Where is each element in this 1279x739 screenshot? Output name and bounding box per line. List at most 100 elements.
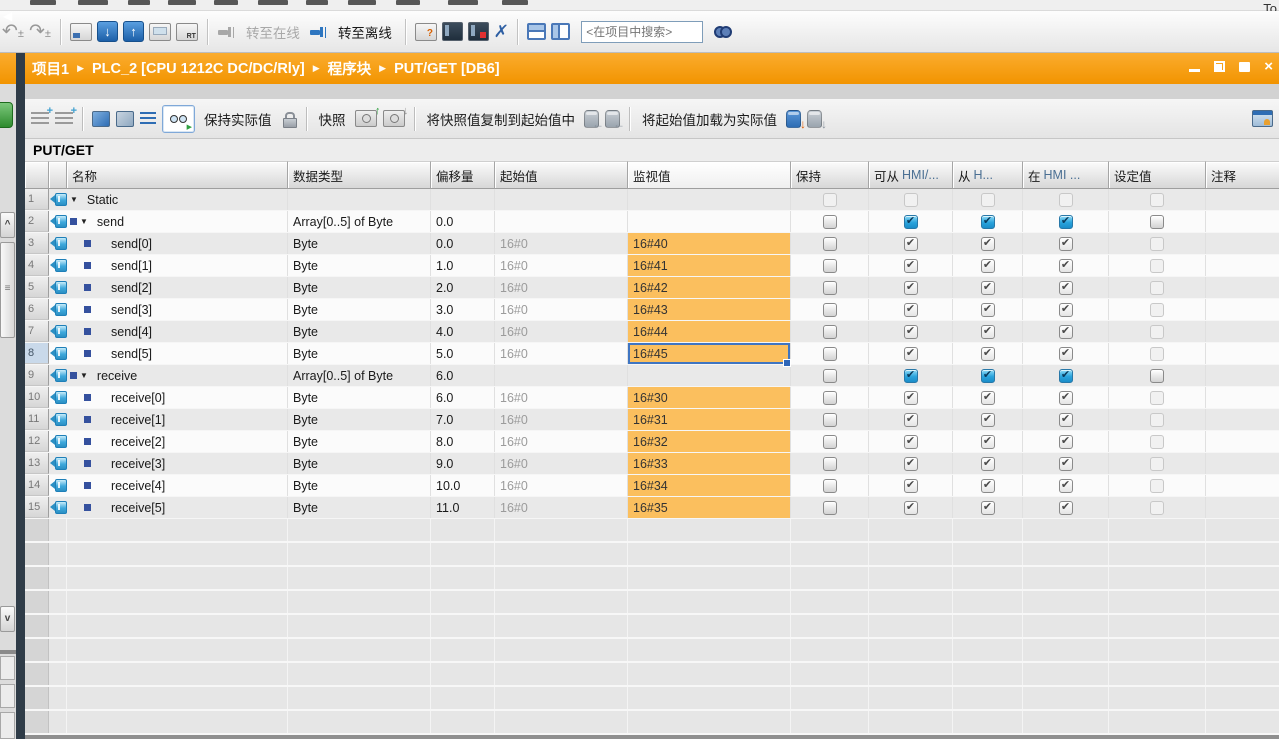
row-number[interactable]: 8 <box>25 343 49 364</box>
retain-checkbox[interactable] <box>823 237 837 251</box>
keep-actual-values-button[interactable]: 保持实际值 <box>204 109 272 129</box>
row-icon-cell[interactable] <box>49 409 67 430</box>
cell-comment[interactable] <box>1206 387 1279 408</box>
retain-checkbox[interactable] <box>823 369 837 383</box>
hmi-writable-checkbox[interactable] <box>981 281 995 295</box>
hmi-writable-checkbox[interactable] <box>981 303 995 317</box>
detail-view-icon[interactable] <box>1252 110 1273 127</box>
retain-checkbox[interactable] <box>823 501 837 515</box>
column-header[interactable]: 名称 <box>67 161 288 189</box>
stop-cpu-icon[interactable] <box>468 22 489 41</box>
column-header[interactable]: 从H... <box>953 161 1023 189</box>
cell-start-value[interactable]: 16#0 <box>495 233 628 254</box>
cell-data-type[interactable]: Byte <box>288 277 431 298</box>
snapshot-upload-icon[interactable]: ↑ <box>355 110 377 127</box>
cell-comment[interactable] <box>1206 475 1279 496</box>
cell-monitor-value[interactable]: 16#30 <box>628 387 791 408</box>
row-icon-cell[interactable] <box>49 365 67 386</box>
breadcrumb-item[interactable]: 项目1 <box>32 58 69 79</box>
retain-checkbox[interactable] <box>823 325 837 339</box>
cell-name[interactable]: receive[2] <box>67 431 288 452</box>
cell-start-value[interactable]: 16#0 <box>495 299 628 320</box>
cell-monitor-value[interactable]: 16#45 <box>628 343 791 364</box>
hmi-writable-checkbox[interactable] <box>981 369 995 383</box>
setpoint-checkbox[interactable] <box>1150 369 1164 383</box>
row-number[interactable]: 3 <box>25 233 49 254</box>
cell-data-type[interactable]: Byte <box>288 387 431 408</box>
close-icon[interactable]: × <box>1264 61 1273 72</box>
cell-name[interactable]: receive[1] <box>67 409 288 430</box>
column-header[interactable]: 注释 <box>1206 161 1279 189</box>
cell-monitor-value[interactable]: 16#35 <box>628 497 791 518</box>
cell-name[interactable]: ▼send <box>67 211 288 232</box>
cell-start-value[interactable]: 16#0 <box>495 475 628 496</box>
cell-name[interactable]: send[1] <box>67 255 288 276</box>
cell-start-value[interactable]: 16#0 <box>495 255 628 276</box>
cell-monitor-value[interactable]: 16#43 <box>628 299 791 320</box>
hmi-writable-checkbox[interactable] <box>981 325 995 339</box>
save-project-icon[interactable] <box>70 23 92 41</box>
start-simulation-icon[interactable] <box>149 23 171 41</box>
retain-checkbox[interactable] <box>823 347 837 361</box>
hmi-visible-checkbox[interactable] <box>1059 457 1073 471</box>
hmi-writable-checkbox[interactable] <box>981 435 995 449</box>
retain-checkbox[interactable] <box>823 303 837 317</box>
row-number[interactable]: 11 <box>25 409 49 430</box>
row-icon-cell[interactable] <box>49 299 67 320</box>
copy-snapshot-all-icon[interactable]: ← <box>584 110 599 128</box>
hmi-writable-checkbox[interactable] <box>981 501 995 515</box>
add-row-icon[interactable] <box>55 112 73 125</box>
row-number[interactable]: 7 <box>25 321 49 342</box>
cell-offset[interactable]: 1.0 <box>431 255 495 276</box>
hmi-writable-checkbox[interactable] <box>981 457 995 471</box>
cell-offset[interactable]: 0.0 <box>431 233 495 254</box>
search-in-project-icon[interactable] <box>714 25 734 38</box>
row-number[interactable]: 2 <box>25 211 49 232</box>
hmi-visible-checkbox[interactable] <box>1059 347 1073 361</box>
project-search-input[interactable] <box>581 21 703 43</box>
load-start-setpoint-icon[interactable]: ↓ <box>807 110 822 128</box>
go-offline-button[interactable]: 转至离线 <box>338 22 392 42</box>
row-number[interactable]: 13 <box>25 453 49 474</box>
column-header[interactable]: 可从HMI/... <box>869 161 953 189</box>
copy-snapshot-setpoint-icon[interactable]: ← <box>605 110 620 128</box>
insert-row-icon[interactable] <box>31 112 49 125</box>
cell-name[interactable]: ▼receive <box>67 365 288 386</box>
cell-monitor-value[interactable]: 16#40 <box>628 233 791 254</box>
cell-comment[interactable] <box>1206 233 1279 254</box>
snapshot-download-icon[interactable]: ↓ <box>383 110 405 127</box>
row-number[interactable]: 14 <box>25 475 49 496</box>
cell-data-type[interactable]: Byte <box>288 233 431 254</box>
cell-comment[interactable] <box>1206 277 1279 298</box>
hmi-writable-checkbox[interactable] <box>981 391 995 405</box>
cell-name[interactable]: receive[5] <box>67 497 288 518</box>
cell-offset[interactable]: 4.0 <box>431 321 495 342</box>
cell-offset[interactable]: 0.0 <box>431 211 495 232</box>
row-number[interactable]: 12 <box>25 431 49 452</box>
cell-data-type[interactable] <box>288 189 431 210</box>
cell-start-value[interactable]: 16#0 <box>495 497 628 518</box>
start-cpu-icon[interactable] <box>442 22 463 41</box>
retain-checkbox[interactable] <box>823 391 837 405</box>
collapsed-panel-tab[interactable] <box>0 712 15 739</box>
cell-offset[interactable]: 7.0 <box>431 409 495 430</box>
cell-name[interactable]: send[0] <box>67 233 288 254</box>
cell-start-value[interactable]: 16#0 <box>495 387 628 408</box>
cell-start-value[interactable] <box>495 211 628 232</box>
cell-monitor-value[interactable]: 16#31 <box>628 409 791 430</box>
cell-start-value[interactable]: 16#0 <box>495 277 628 298</box>
split-editor-horizontal-icon[interactable] <box>527 23 546 40</box>
cell-monitor-value[interactable]: 16#33 <box>628 453 791 474</box>
hmi-visible-checkbox[interactable] <box>1059 501 1073 515</box>
split-editor-vertical-icon[interactable] <box>551 23 570 40</box>
cell-offset[interactable]: 10.0 <box>431 475 495 496</box>
column-header[interactable]: 设定值 <box>1109 161 1206 189</box>
hmi-accessible-checkbox[interactable] <box>904 237 918 251</box>
cell-offset[interactable]: 5.0 <box>431 343 495 364</box>
column-header[interactable]: 数据类型 <box>288 161 431 189</box>
breadcrumb-item[interactable]: PUT/GET [DB6] <box>394 61 500 77</box>
load-start-all-icon[interactable]: ↓ <box>786 110 801 128</box>
start-runtime-icon[interactable]: RT <box>176 23 198 41</box>
cell-monitor-value[interactable]: 16#34 <box>628 475 791 496</box>
cell-comment[interactable] <box>1206 453 1279 474</box>
